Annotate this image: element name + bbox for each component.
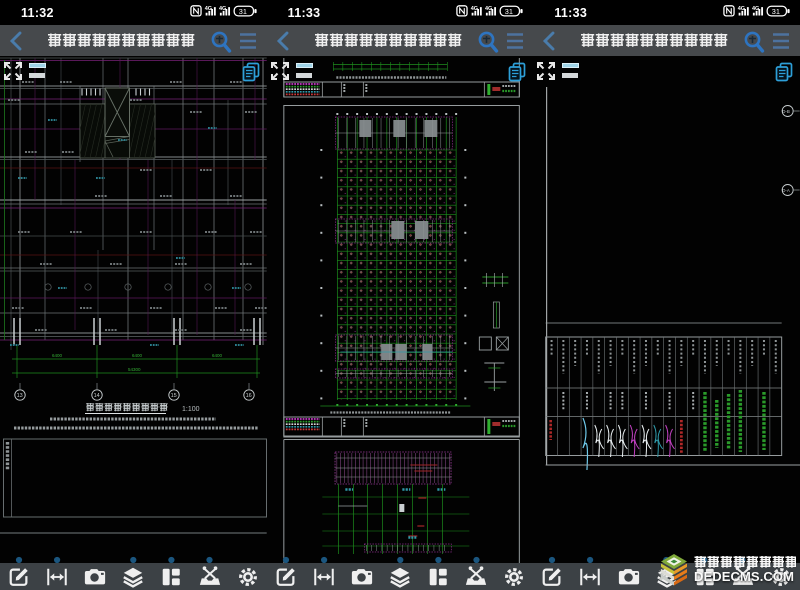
svg-text:54300: 54300	[128, 367, 141, 372]
svg-text:31: 31	[505, 7, 513, 16]
svg-text:4G: 4G	[752, 6, 759, 12]
svg-text:31: 31	[238, 7, 246, 16]
svg-text:4G: 4G	[738, 6, 745, 12]
svg-text:4G: 4G	[219, 6, 226, 12]
svg-text:6400: 6400	[212, 353, 223, 358]
svg-text:6400: 6400	[52, 353, 63, 358]
svg-text:6400: 6400	[132, 353, 143, 358]
svg-text:1:100: 1:100	[182, 406, 200, 413]
svg-text:16: 16	[246, 393, 252, 399]
svg-text:D-A: D-A	[783, 188, 791, 193]
svg-text:13: 13	[17, 393, 23, 399]
svg-text:31: 31	[772, 7, 780, 16]
svg-text:14: 14	[94, 393, 100, 399]
svg-text:15: 15	[171, 393, 177, 399]
svg-text:4G: 4G	[204, 6, 211, 12]
svg-text:D-B: D-B	[783, 109, 791, 114]
